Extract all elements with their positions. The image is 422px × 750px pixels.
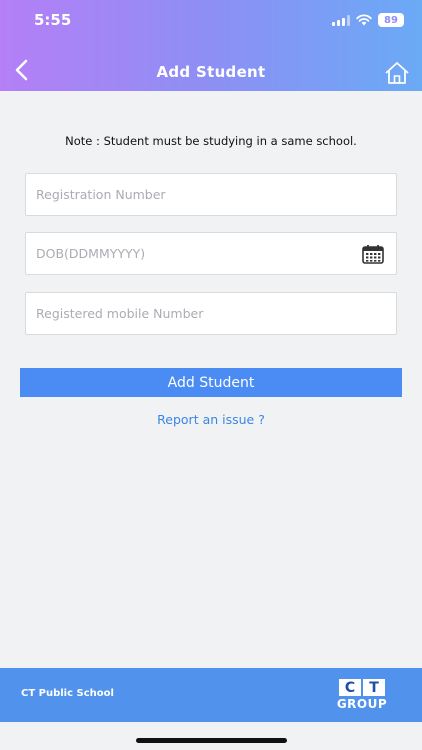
school-name: CT Public School [21,688,114,699]
mobile-number-input[interactable] [36,293,356,334]
dob-input[interactable] [36,233,356,274]
app-header: 5:55 89 Add Student [0,0,422,91]
home-icon[interactable] [384,60,410,86]
wifi-icon [356,14,372,26]
app-footer: CT Public School C T GROUP [0,668,422,722]
logo-group-text: GROUP [336,697,388,711]
add-student-button[interactable]: Add Student [20,368,402,397]
signal-icon [332,14,350,26]
battery-indicator: 89 [378,13,404,27]
logo-letter-c: C [339,679,361,696]
report-issue-link[interactable]: Report an issue ? [0,412,422,427]
school-note: Note : Student must be studying in a sam… [65,134,357,148]
status-bar: 5:55 89 [0,0,422,40]
registration-number-input[interactable] [36,174,356,215]
registration-number-field[interactable] [25,173,397,216]
ct-group-logo: C T GROUP [328,679,396,713]
calendar-icon[interactable] [362,244,384,264]
logo-letter-t: T [363,679,385,696]
dob-field[interactable] [25,232,397,275]
home-indicator[interactable] [136,738,287,743]
page-title: Add Student [156,63,266,81]
mobile-number-field[interactable] [25,292,397,335]
status-time: 5:55 [34,11,72,29]
status-icons: 89 [332,13,404,27]
